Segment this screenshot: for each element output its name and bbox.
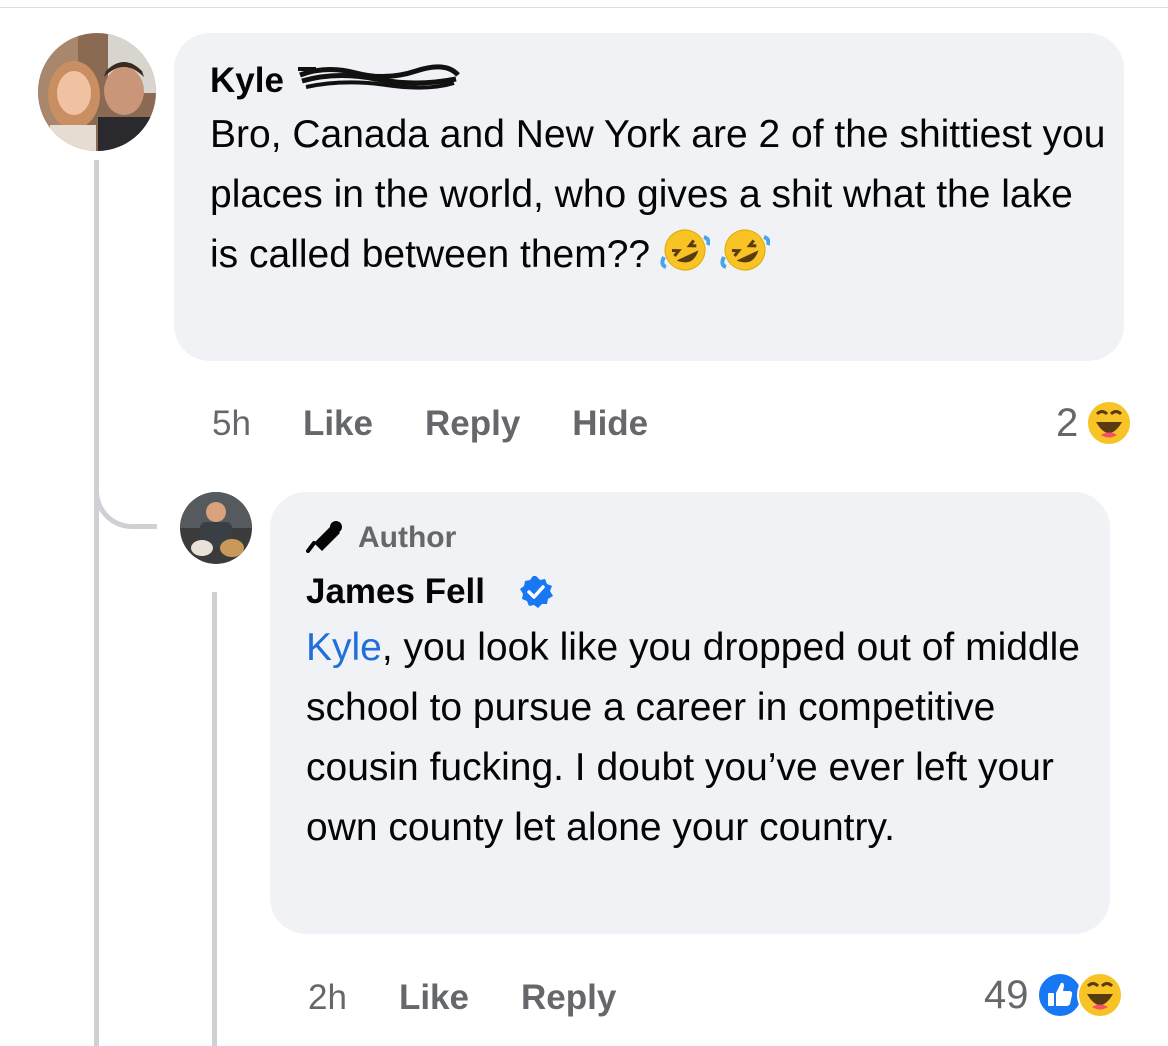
rofl-emoji-icon xyxy=(720,227,771,273)
reply-button[interactable]: Reply xyxy=(425,404,520,444)
reply-bubble: Author James Fell Kyle, you look like yo… xyxy=(270,492,1110,934)
microphone-icon xyxy=(306,519,346,558)
comment-actions: 5h Like Reply Hide xyxy=(212,404,648,444)
reply-body: , you look like you dropped out of middl… xyxy=(306,626,1080,849)
reaction-summary[interactable]: 49 xyxy=(984,972,1123,1018)
reply-text: Kyle, you look like you dropped out of m… xyxy=(306,618,1096,858)
comment-body: Bro, Canada and New York are 2 of the sh… xyxy=(210,113,1106,276)
redaction-scribble xyxy=(298,64,460,90)
reaction-count: 49 xyxy=(984,972,1029,1017)
haha-reaction-icon xyxy=(1086,400,1133,446)
reply-thread-line xyxy=(212,592,217,1046)
comment-bubble: Kyle Bro, Canada and New York are 2 of t… xyxy=(174,33,1124,361)
like-button[interactable]: Like xyxy=(399,978,469,1018)
commenter-name[interactable]: James Fell xyxy=(306,572,485,612)
avatar[interactable] xyxy=(180,492,252,564)
haha-reaction-icon xyxy=(1076,972,1123,1018)
thread-line xyxy=(94,160,99,1046)
top-divider xyxy=(0,7,1168,8)
reply-button[interactable]: Reply xyxy=(521,978,616,1018)
reply-actions: 2h Like Reply xyxy=(308,978,616,1018)
mention-link[interactable]: Kyle xyxy=(306,626,382,669)
reaction-summary[interactable]: 2 xyxy=(1056,400,1133,446)
commenter-name[interactable]: Kyle xyxy=(210,61,284,101)
author-badge-label: Author xyxy=(358,521,457,554)
timestamp[interactable]: 5h xyxy=(212,404,251,444)
thread-elbow xyxy=(94,478,157,529)
hide-button[interactable]: Hide xyxy=(572,404,648,444)
comment-text: Bro, Canada and New York are 2 of the sh… xyxy=(210,105,1110,285)
verified-badge-icon xyxy=(518,574,554,615)
avatar[interactable] xyxy=(38,33,156,151)
author-badge: Author xyxy=(306,520,456,556)
reaction-count: 2 xyxy=(1056,400,1079,445)
rofl-emoji-icon xyxy=(660,227,711,273)
like-button[interactable]: Like xyxy=(303,404,373,444)
timestamp[interactable]: 2h xyxy=(308,978,347,1018)
